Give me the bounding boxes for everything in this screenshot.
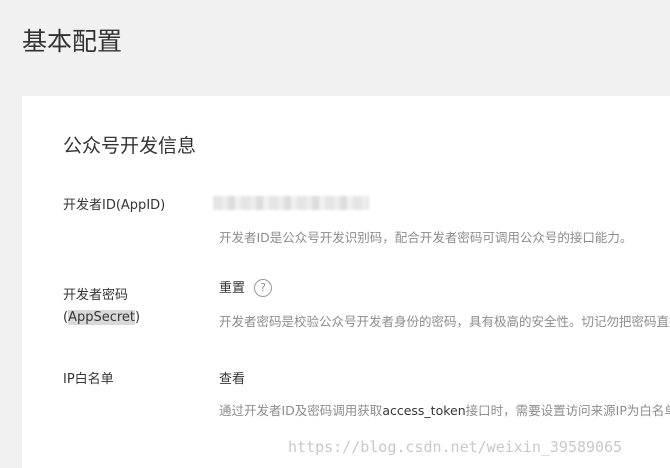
reset-secret-link[interactable]: 重置 xyxy=(219,278,245,300)
help-icon[interactable]: ? xyxy=(254,279,272,297)
section-title: 公众号开发信息 xyxy=(63,135,197,157)
appsecret-label-close-paren: ) xyxy=(135,310,141,325)
appsecret-tip: 开发者密码是校验公众号开发者身份的密码，具有极高的安全性。切记勿把密码直接交给第… xyxy=(219,314,670,329)
ip-whitelist-tip: 通过开发者ID及密码调用获取access_token接口时，需要设置访问来源IP… xyxy=(219,401,670,421)
appid-label: 开发者ID(AppID) xyxy=(63,198,166,213)
appid-value-redacted xyxy=(213,196,369,210)
ip-whitelist-label: IP白名单 xyxy=(63,372,114,387)
view-ip-whitelist-link[interactable]: 查看 xyxy=(219,369,245,391)
appsecret-label-line2: (AppSecret) xyxy=(63,307,140,329)
page: 基本配置 公众号开发信息 开发者ID(AppID) 开发者ID是公众号开发识别码… xyxy=(0,0,670,468)
ip-tip-code: access_token xyxy=(382,403,466,418)
appsecret-label-highlight: AppSecret xyxy=(68,310,136,325)
page-title: 基本配置 xyxy=(22,27,123,56)
ip-tip-after: 接口时，需要设置访问来源IP为白名单。 xyxy=(465,403,670,418)
appsecret-label-line1: 开发者密码 xyxy=(63,288,129,303)
appsecret-label: 开发者密码 (AppSecret) xyxy=(63,285,140,329)
watermark: https://blog.csdn.net/weixin_39589065 xyxy=(288,438,623,456)
ip-tip-before: 通过开发者ID及密码调用获取 xyxy=(219,403,383,418)
developer-info-card: 公众号开发信息 开发者ID(AppID) 开发者ID是公众号开发识别码，配合开发… xyxy=(22,96,670,468)
appid-tip: 开发者ID是公众号开发识别码，配合开发者密码可调用公众号的接口能力。 xyxy=(219,230,633,245)
